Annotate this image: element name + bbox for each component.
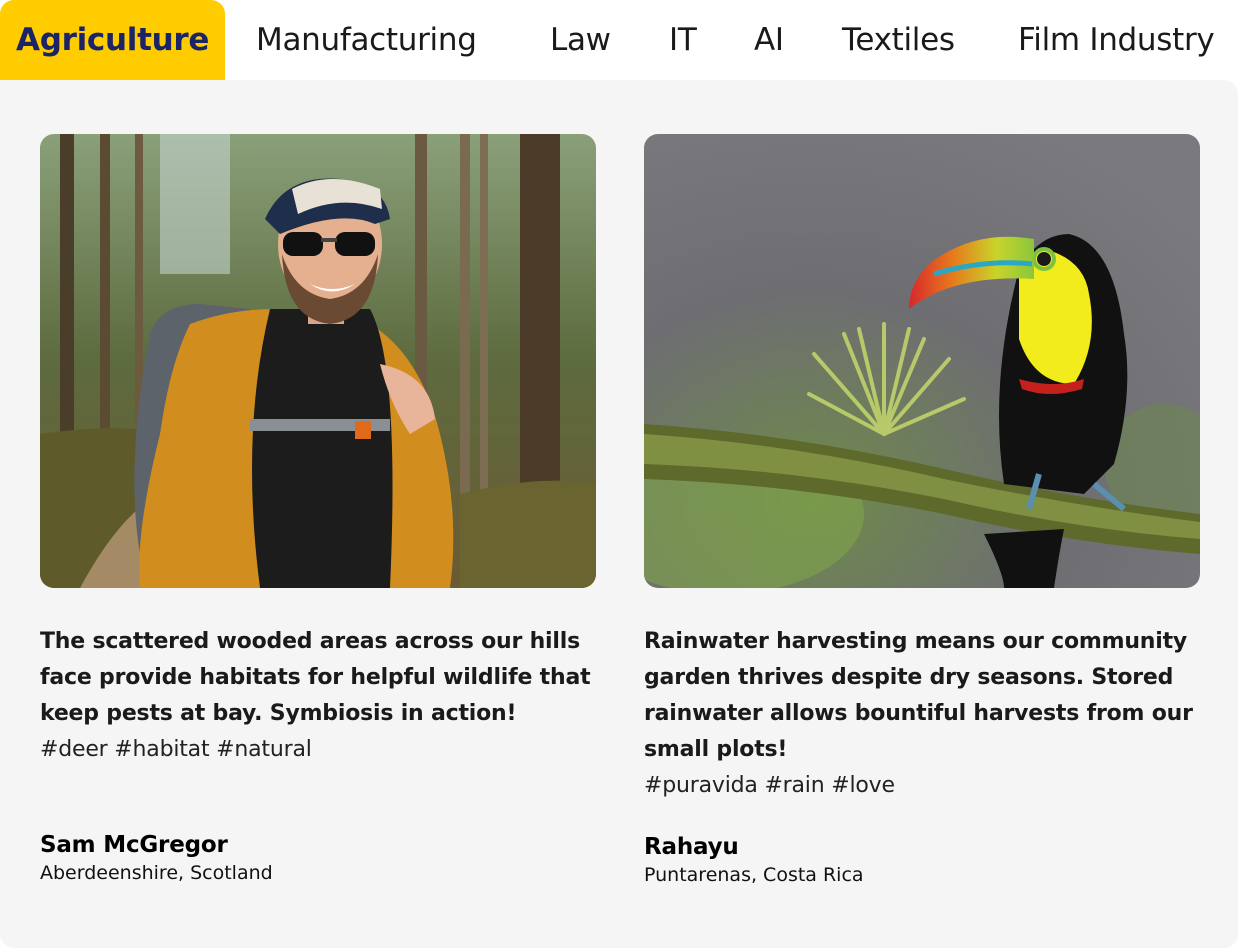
testimonial-author: Sam McGregor Aberdeenshire, Scotland	[40, 830, 273, 886]
tab-ai[interactable]: AI	[754, 0, 784, 80]
tab-it[interactable]: IT	[669, 0, 697, 80]
testimonial-quote: The scattered wooded areas across our hi…	[40, 629, 591, 726]
tab-law[interactable]: Law	[550, 0, 611, 80]
testimonial-card: Rainwater harvesting means our community…	[644, 134, 1200, 886]
tab-manufacturing[interactable]: Manufacturing	[256, 0, 477, 80]
testimonial-author: Rahayu Puntarenas, Costa Rica	[644, 832, 864, 888]
author-location: Puntarenas, Costa Rica	[644, 864, 864, 886]
author-name: Rahayu	[644, 834, 739, 860]
tab-agriculture[interactable]: Agriculture	[0, 0, 226, 80]
category-tabs: Agriculture Manufacturing Law IT AI Text…	[0, 0, 1239, 80]
tab-textiles[interactable]: Textiles	[842, 0, 955, 80]
testimonial-hashtags: #puravida #rain #love	[644, 773, 895, 798]
author-location: Aberdeenshire, Scotland	[40, 862, 273, 884]
author-name: Sam McGregor	[40, 832, 228, 858]
testimonial-hashtags: #deer #habitat #natural	[40, 737, 312, 762]
toucan-on-branch-photo	[644, 134, 1200, 588]
testimonial-quote: Rainwater harvesting means our community…	[644, 629, 1193, 762]
testimonial-card: The scattered wooded areas across our hi…	[40, 134, 596, 884]
hiker-in-forest-photo	[40, 134, 596, 588]
tab-film-industry[interactable]: Film Industry	[1018, 0, 1215, 80]
testimonial-panel: The scattered wooded areas across our hi…	[0, 80, 1238, 948]
